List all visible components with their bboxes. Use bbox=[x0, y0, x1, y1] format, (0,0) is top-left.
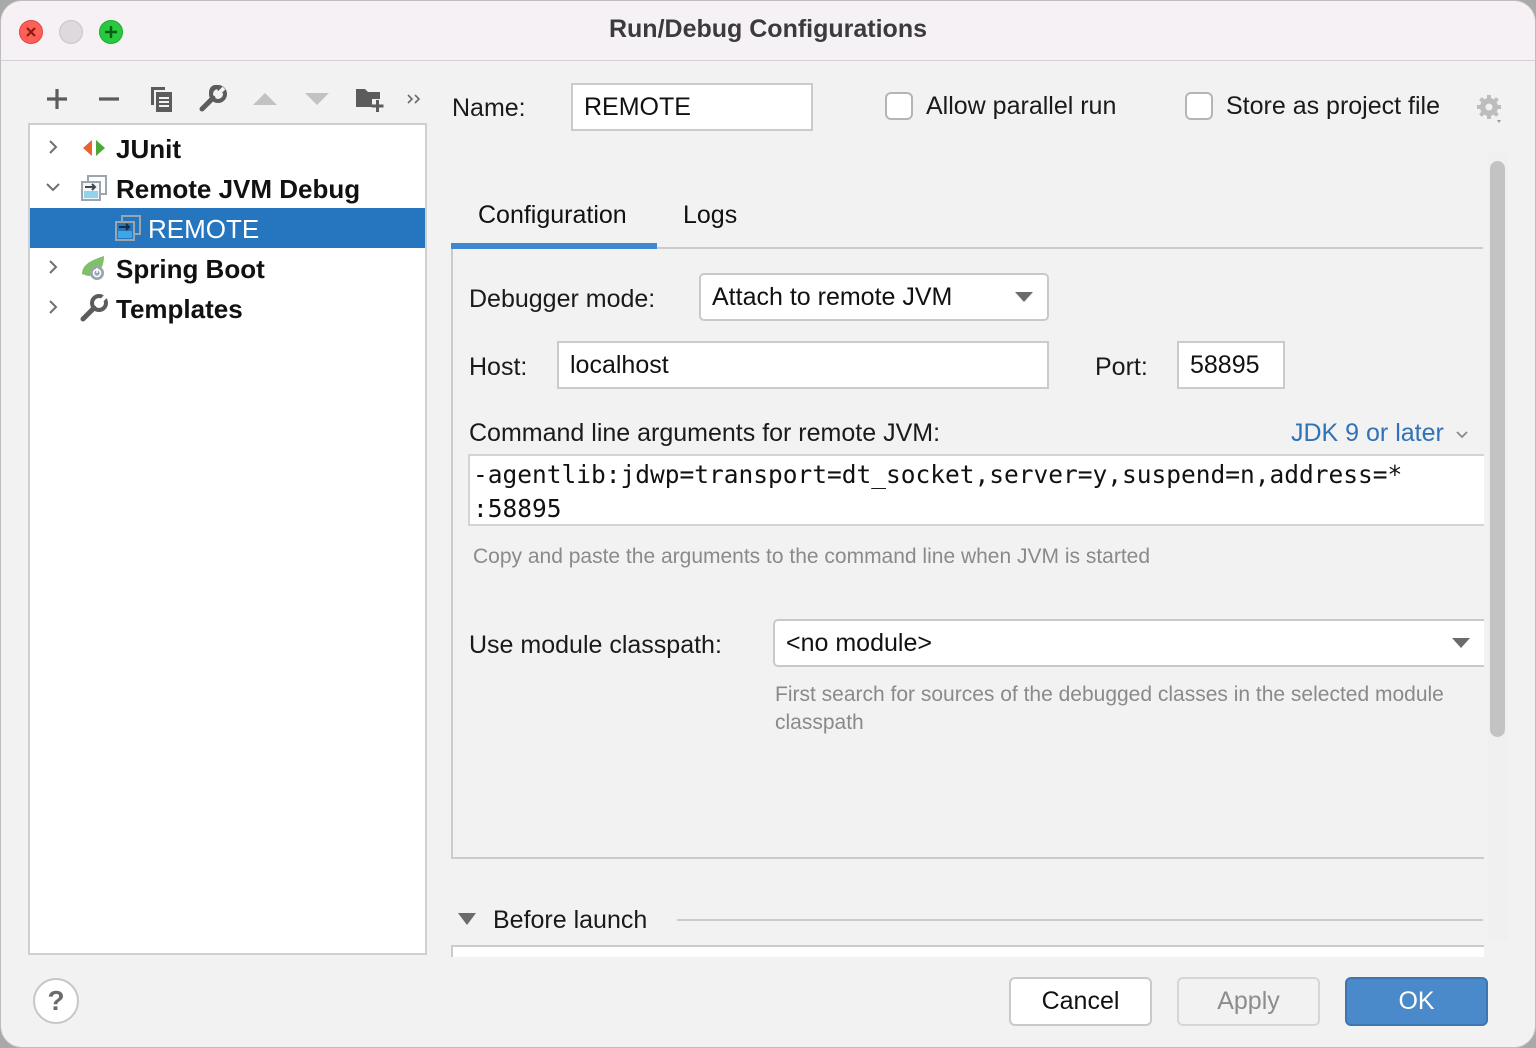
more-actions-button[interactable] bbox=[395, 81, 435, 117]
tree-item-label: Spring Boot bbox=[116, 254, 265, 284]
debugger-mode-value: Attach to remote JVM bbox=[712, 282, 953, 311]
debugger-mode-select[interactable]: Attach to remote JVM bbox=[699, 273, 1049, 321]
chevron-down-icon[interactable] bbox=[44, 178, 62, 196]
cancel-button[interactable]: Cancel bbox=[1009, 977, 1152, 1026]
tab-logs[interactable]: Logs bbox=[683, 201, 737, 230]
help-button[interactable]: ? bbox=[33, 978, 79, 1024]
new-folder-button[interactable] bbox=[343, 81, 395, 117]
tab-configuration[interactable]: Configuration bbox=[478, 201, 627, 230]
tree-item-remote-jvm-debug[interactable]: Remote JVM Debug bbox=[30, 168, 425, 208]
run-debug-configurations-dialog: Run/Debug Configurations JUnit Remote JV… bbox=[0, 0, 1536, 1048]
tree-item-label: REMOTE bbox=[148, 214, 260, 244]
window-title: Run/Debug Configurations bbox=[608, 15, 928, 43]
separator bbox=[677, 919, 1483, 921]
remove-configuration-button[interactable] bbox=[83, 81, 135, 117]
tree-item-label: Remote JVM Debug bbox=[116, 174, 361, 204]
collapse-before-launch-icon[interactable] bbox=[458, 913, 476, 925]
dropdown-arrow-icon bbox=[1452, 638, 1470, 648]
move-up-button[interactable] bbox=[239, 81, 291, 117]
allow-parallel-run-checkbox[interactable] bbox=[885, 92, 913, 120]
ok-button[interactable]: OK bbox=[1345, 977, 1488, 1026]
apply-button[interactable]: Apply bbox=[1177, 977, 1320, 1026]
module-classpath-hint: First search for sources of the debugged… bbox=[775, 683, 1444, 734]
store-as-project-file-label: Store as project file bbox=[1226, 92, 1440, 120]
plus-icon bbox=[47, 89, 67, 109]
allow-parallel-run-label: Allow parallel run bbox=[926, 92, 1117, 120]
name-input[interactable]: REMOTE bbox=[571, 83, 813, 131]
chevron-right-icon[interactable] bbox=[44, 138, 62, 156]
copy-icon bbox=[151, 87, 172, 112]
copy-configuration-button[interactable] bbox=[135, 81, 187, 117]
host-input[interactable]: localhost bbox=[557, 341, 1049, 389]
move-down-button[interactable] bbox=[291, 81, 343, 117]
title-bar: Run/Debug Configurations bbox=[1, 1, 1535, 61]
port-input[interactable]: 58895 bbox=[1177, 341, 1285, 389]
wrench-icon bbox=[199, 85, 227, 112]
cmdline-args-text[interactable]: -agentlib:jdwp=transport=dt_socket,serve… bbox=[468, 454, 1484, 526]
port-label: Port: bbox=[1095, 353, 1148, 381]
module-classpath-value: <no module> bbox=[786, 628, 932, 657]
store-as-project-file-checkbox[interactable] bbox=[1185, 92, 1213, 120]
spring-boot-icon bbox=[82, 256, 104, 280]
remote-debug-icon bbox=[115, 215, 141, 241]
tree-item-label: Templates bbox=[116, 294, 243, 324]
folder-add-icon bbox=[356, 89, 384, 112]
name-label: Name: bbox=[452, 94, 526, 122]
dropdown-arrow-icon bbox=[1015, 292, 1033, 302]
tree-item-remote[interactable]: REMOTE bbox=[30, 208, 425, 248]
debugger-mode-label: Debugger mode: bbox=[469, 285, 656, 313]
tree-item-label: JUnit bbox=[116, 134, 181, 164]
host-label: Host: bbox=[469, 353, 528, 381]
wrench-icon bbox=[80, 294, 108, 322]
minus-icon bbox=[99, 97, 119, 101]
scrollbar-thumb[interactable] bbox=[1490, 161, 1505, 737]
module-classpath-label: Use module classpath: bbox=[469, 631, 722, 659]
chevron-right-icon[interactable] bbox=[44, 298, 62, 316]
jdk-version-value: JDK 9 or later bbox=[1291, 419, 1444, 447]
before-launch-list[interactable] bbox=[451, 945, 1484, 957]
tree-item-spring-boot[interactable]: Spring Boot bbox=[30, 248, 425, 288]
double-chevron-right-icon bbox=[407, 94, 421, 104]
tree-item-junit[interactable]: JUnit bbox=[30, 128, 425, 168]
remote-debug-icon bbox=[81, 175, 107, 201]
configurations-tree: JUnit Remote JVM Debug REMOTE Spring Boo… bbox=[28, 123, 427, 955]
config-toolbar bbox=[31, 81, 435, 117]
before-launch-label: Before launch bbox=[493, 906, 648, 934]
module-classpath-select[interactable]: <no module> bbox=[773, 619, 1484, 667]
config-tabs: Configuration Logs bbox=[451, 191, 1483, 249]
triangle-up-icon bbox=[253, 93, 277, 105]
jdk-version-link[interactable]: JDK 9 or later bbox=[1291, 419, 1469, 448]
add-configuration-button[interactable] bbox=[31, 81, 83, 117]
gear-icon[interactable] bbox=[1475, 93, 1505, 125]
cmdline-args-label: Command line arguments for remote JVM: bbox=[469, 419, 941, 447]
triangle-down-icon bbox=[305, 93, 329, 105]
cmdline-hint: Copy and paste the arguments to the comm… bbox=[473, 545, 1151, 568]
junit-icon bbox=[83, 140, 105, 156]
tree-item-templates[interactable]: Templates bbox=[30, 288, 425, 328]
edit-templates-button[interactable] bbox=[187, 81, 239, 117]
question-mark-icon: ? bbox=[47, 985, 65, 1016]
chevron-right-icon[interactable] bbox=[44, 258, 62, 276]
chevron-down-icon bbox=[1456, 431, 1468, 439]
